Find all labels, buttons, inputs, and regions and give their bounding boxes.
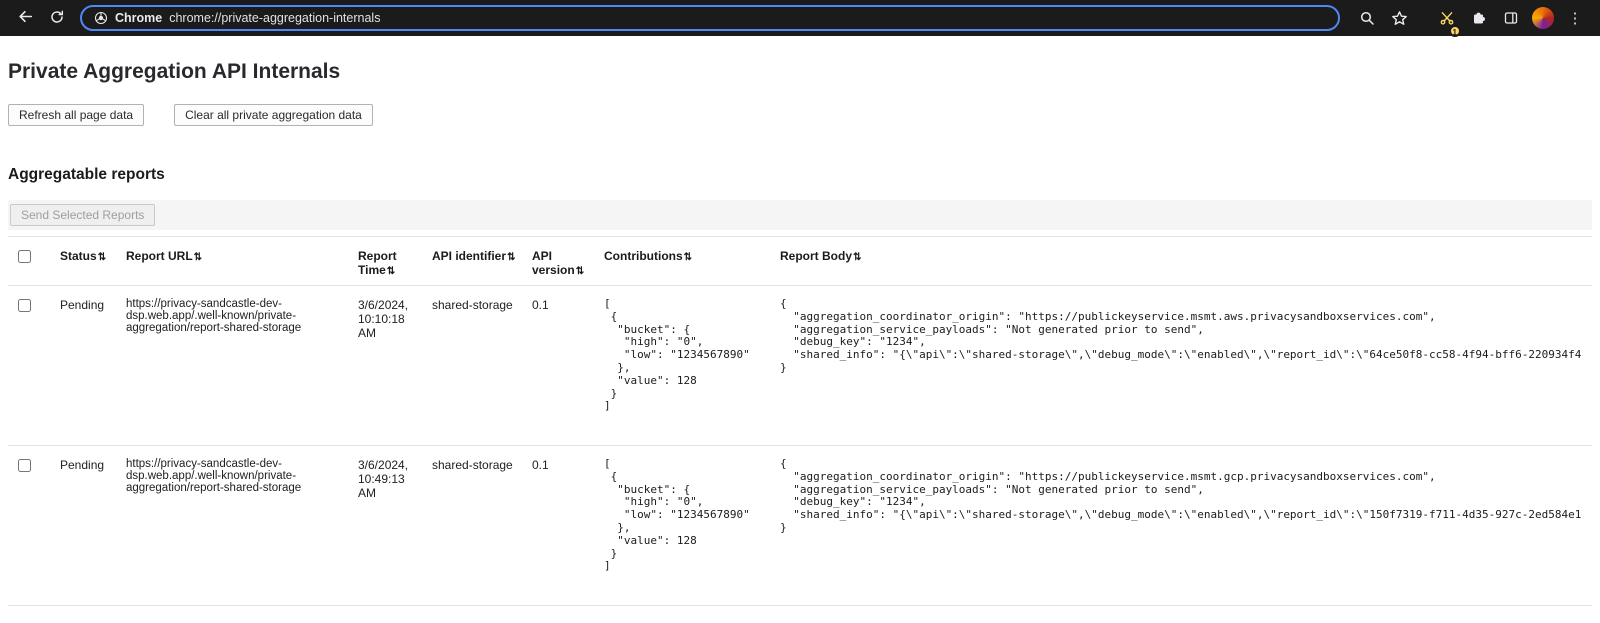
header-api-version[interactable]: API version⇅ xyxy=(524,237,596,286)
url-text: chrome://private-aggregation-internals xyxy=(169,11,380,25)
cell-api-identifier: shared-storage xyxy=(424,446,524,606)
refresh-all-button[interactable]: Refresh all page data xyxy=(8,104,144,126)
address-bar[interactable]: Chrome chrome://private-aggregation-inte… xyxy=(80,5,1340,31)
row-checkbox[interactable] xyxy=(18,459,31,472)
cell-report-url: https://privacy-sandcastle-dev-dsp.web.a… xyxy=(118,446,350,606)
cell-report-body: { "aggregation_coordinator_origin": "htt… xyxy=(780,298,1584,375)
extension-badge: 1 xyxy=(1449,25,1461,37)
cell-report-body: { "aggregation_coordinator_origin": "htt… xyxy=(780,458,1584,535)
table-header-row: Status⇅ Report URL⇅ Report Time⇅ API ide… xyxy=(8,237,1592,286)
browser-menu-icon[interactable]: ⋮ xyxy=(1560,3,1590,33)
header-contributions[interactable]: Contributions⇅ xyxy=(596,237,772,286)
page-actions: Refresh all page data Clear all private … xyxy=(8,104,1592,126)
table-row: Pending https://privacy-sandcastle-dev-d… xyxy=(8,286,1592,446)
omnibox-site-label: Chrome xyxy=(115,11,162,25)
sort-icon: ⇅ xyxy=(684,252,692,263)
sort-icon: ⇅ xyxy=(194,252,202,263)
reload-icon xyxy=(49,9,65,28)
cell-api-identifier: shared-storage xyxy=(424,286,524,446)
header-report-url[interactable]: Report URL⇅ xyxy=(118,237,350,286)
back-icon xyxy=(17,8,34,28)
send-selected-button[interactable]: Send Selected Reports xyxy=(10,204,155,226)
sort-icon: ⇅ xyxy=(576,266,584,277)
row-checkbox[interactable] xyxy=(18,299,31,312)
side-panel-icon[interactable] xyxy=(1496,3,1526,33)
back-button[interactable] xyxy=(10,3,40,33)
extensions-puzzle-icon[interactable] xyxy=(1464,3,1494,33)
select-all-checkbox[interactable] xyxy=(18,250,31,263)
reports-table: Status⇅ Report URL⇅ Report Time⇅ API ide… xyxy=(8,236,1592,606)
chrome-logo-icon xyxy=(94,11,108,25)
table-row: Pending https://privacy-sandcastle-dev-d… xyxy=(8,446,1592,606)
page-title: Private Aggregation API Internals xyxy=(8,60,1592,84)
cell-report-url: https://privacy-sandcastle-dev-dsp.web.a… xyxy=(118,286,350,446)
section-title: Aggregatable reports xyxy=(8,166,1592,184)
cell-status: Pending xyxy=(52,286,118,446)
clear-all-button[interactable]: Clear all private aggregation data xyxy=(174,104,373,126)
header-report-body[interactable]: Report Body⇅ xyxy=(772,237,1592,286)
header-status[interactable]: Status⇅ xyxy=(52,237,118,286)
cell-report-time: 3/6/2024, 10:49:13 AM xyxy=(350,446,424,606)
send-toolbar: Send Selected Reports xyxy=(8,200,1592,230)
cell-status: Pending xyxy=(52,446,118,606)
header-report-time[interactable]: Report Time⇅ xyxy=(350,237,424,286)
bookmark-star-icon[interactable] xyxy=(1384,3,1414,33)
header-api-identifier[interactable]: API identifier⇅ xyxy=(424,237,524,286)
search-icon[interactable] xyxy=(1352,3,1382,33)
page-content: Private Aggregation API Internals Refres… xyxy=(0,36,1600,606)
sort-icon: ⇅ xyxy=(507,252,515,263)
cell-api-version: 0.1 xyxy=(524,446,596,606)
browser-toolbar: Chrome chrome://private-aggregation-inte… xyxy=(0,0,1600,36)
profile-avatar[interactable] xyxy=(1532,7,1554,29)
cell-report-time: 3/6/2024, 10:10:18 AM xyxy=(350,286,424,446)
reload-button[interactable] xyxy=(42,3,72,33)
cell-api-version: 0.1 xyxy=(524,286,596,446)
sort-icon: ⇅ xyxy=(853,252,861,263)
cell-contributions: [ { "bucket": { "high": "0", "low": "123… xyxy=(604,458,764,573)
sort-icon: ⇅ xyxy=(98,252,106,263)
sort-icon: ⇅ xyxy=(387,266,395,277)
cell-contributions: [ { "bucket": { "high": "0", "low": "123… xyxy=(604,298,764,413)
